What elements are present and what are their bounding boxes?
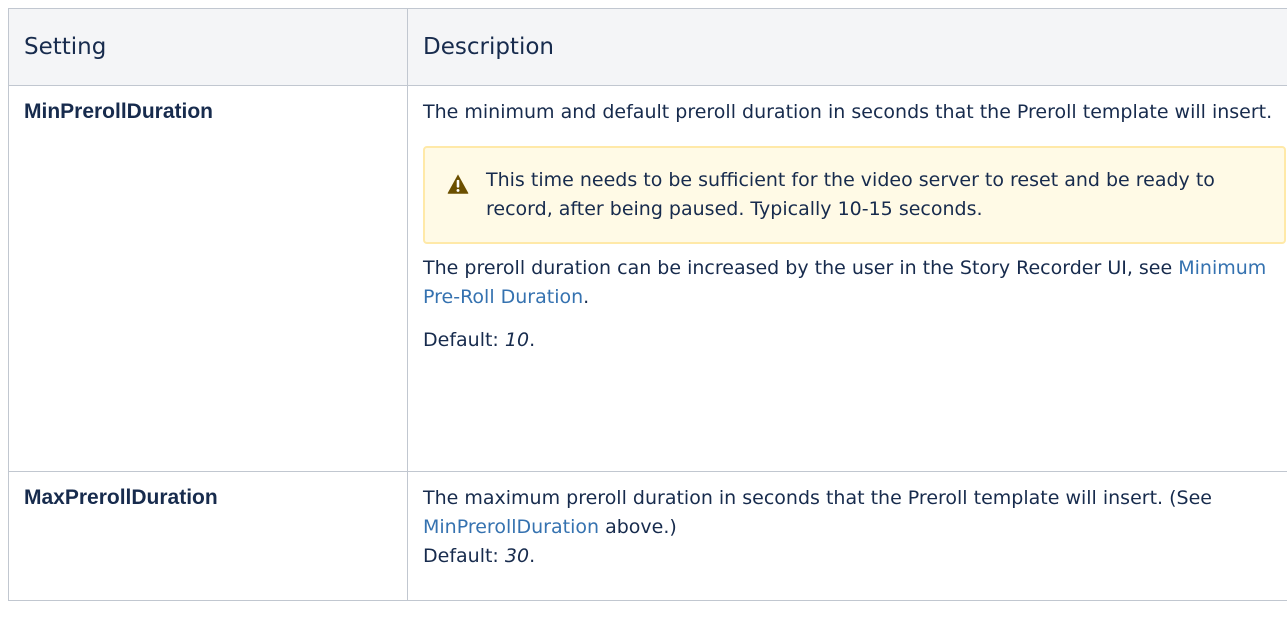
warning-text: This time needs to be sufficient for the…: [486, 169, 1215, 220]
description-cell-max-preroll: The maximum preroll duration in seconds …: [407, 471, 1287, 601]
header-setting: Setting: [8, 8, 408, 86]
description-cell-min-preroll: The minimum and default preroll duration…: [407, 85, 1287, 472]
table-row: MinPrerollDuration The minimum and defau…: [8, 85, 1287, 472]
description-more-prefix: The preroll duration can be increased by…: [423, 257, 1179, 279]
warning-icon: [447, 174, 469, 194]
description-more-suffix: .: [583, 286, 590, 308]
setting-name-max-preroll: MaxPrerollDuration: [8, 471, 408, 601]
default-suffix: .: [529, 329, 536, 351]
default-suffix: .: [529, 545, 536, 567]
default-line: Default: 10.: [423, 326, 1287, 355]
header-description: Description: [407, 8, 1287, 86]
link-min-preroll-duration[interactable]: MinPrerollDuration: [423, 516, 599, 538]
default-label: Default:: [423, 545, 505, 567]
settings-table: Setting Description MinPrerollDuration T…: [8, 8, 1287, 601]
default-value: 10: [504, 329, 530, 351]
default-value: 30: [504, 545, 530, 567]
description-more-text: The preroll duration can be increased by…: [423, 254, 1287, 312]
table-header-row: Setting Description: [8, 8, 1287, 86]
default-label: Default:: [423, 329, 505, 351]
warning-panel: This time needs to be sufficient for the…: [423, 146, 1286, 244]
setting-name-min-preroll: MinPrerollDuration: [8, 85, 408, 472]
description-prefix: The maximum preroll duration in seconds …: [423, 487, 1212, 509]
table-row: MaxPrerollDuration The maximum preroll d…: [8, 471, 1287, 601]
description-text: The maximum preroll duration in seconds …: [423, 484, 1287, 571]
description-text: The minimum and default preroll duration…: [423, 101, 1273, 123]
description-suffix: above.): [599, 516, 677, 538]
